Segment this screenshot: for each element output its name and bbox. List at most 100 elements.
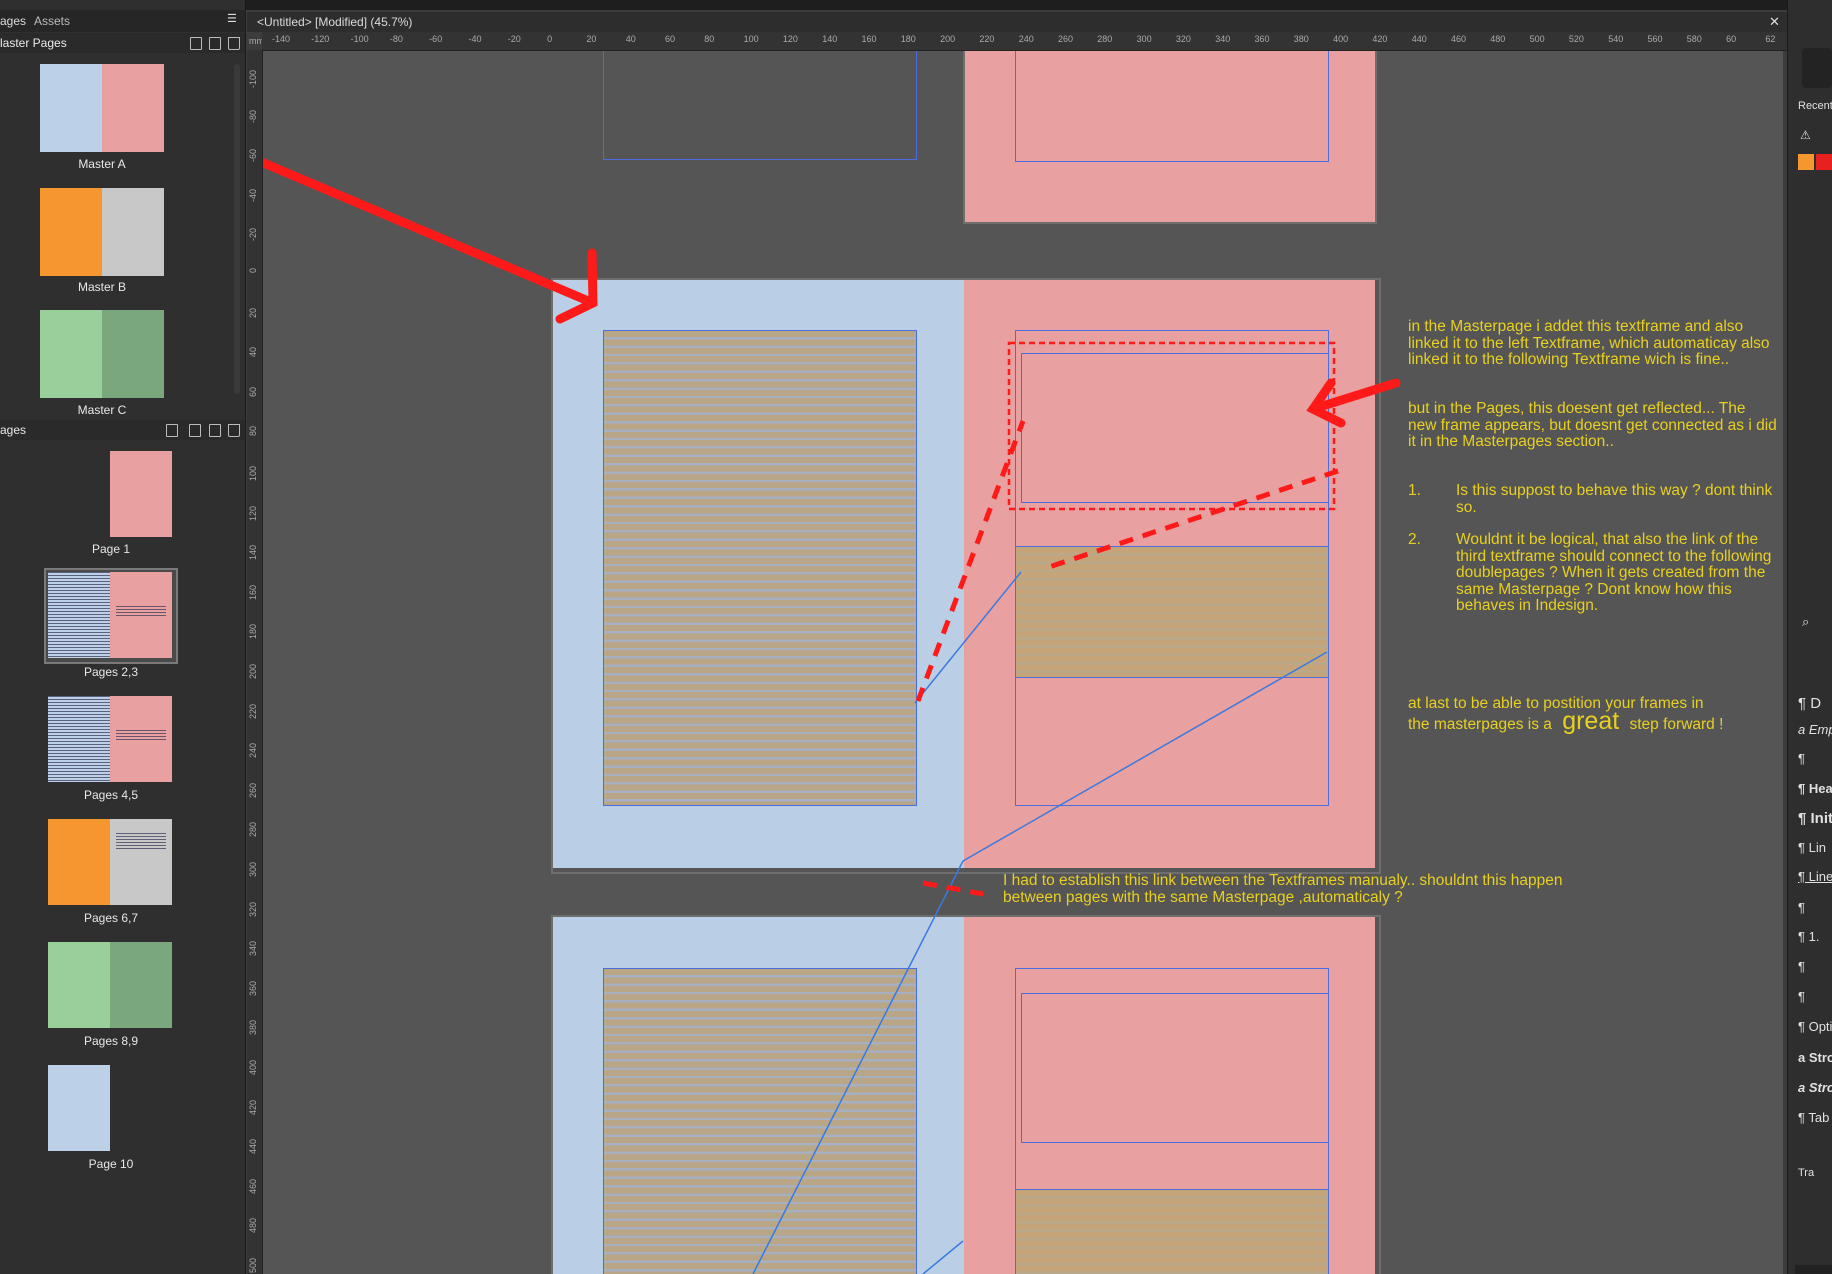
duplicate-master-icon[interactable] — [209, 37, 221, 50]
note-masterpage-frame: in the Masterpage i addet this textframe… — [1408, 318, 1770, 368]
pages-8-9-thumbnail[interactable] — [48, 942, 172, 1028]
ruler-h-label: 420 — [1372, 34, 1388, 44]
recent-label: Recent — [1798, 100, 1832, 112]
ruler-h-label: 240 — [1018, 34, 1034, 44]
ruler-h-label: 280 — [1097, 34, 1113, 44]
ruler-h-label: 0 — [547, 34, 553, 44]
pages-4-5-thumbnail[interactable] — [48, 696, 172, 782]
red-arrows — [263, 157, 1401, 428]
style-item-1[interactable]: ¶ D — [1798, 695, 1821, 712]
ruler-h-label: 380 — [1293, 34, 1309, 44]
ruler-h-label: 580 — [1686, 34, 1702, 44]
ruler-h-label: 520 — [1568, 34, 1584, 44]
ruler-v-label: 260 — [248, 782, 258, 798]
style-item-8[interactable]: ¶ — [1798, 900, 1805, 915]
style-item-10[interactable]: ¶ — [1798, 959, 1805, 974]
master-c-label: Master C — [77, 403, 127, 417]
style-item-14[interactable]: a Stro — [1798, 1080, 1832, 1095]
delete-page-icon[interactable] — [228, 424, 240, 437]
ruler-h-label: 360 — [1254, 34, 1270, 44]
ruler-h-label: 400 — [1333, 34, 1349, 44]
duplicate-page-icon[interactable] — [209, 424, 221, 437]
ruler-v-label: 80 — [248, 426, 258, 437]
page-1-thumbnail[interactable] — [110, 451, 172, 537]
question-2-number: 2. — [1408, 531, 1421, 548]
style-item-2[interactable]: a Emp — [1798, 722, 1832, 737]
annotation-overlay — [263, 157, 1401, 1274]
pages-2-3-thumbnail[interactable] — [48, 572, 172, 658]
final-note-end: step forward ! — [1629, 715, 1724, 733]
ruler-v-label: -40 — [248, 188, 258, 202]
red-dashed — [915, 341, 1339, 897]
style-item-4[interactable]: ¶ Hea — [1798, 781, 1832, 796]
add-master-icon[interactable] — [190, 37, 202, 50]
ruler-h-label: 560 — [1647, 34, 1663, 44]
style-item-11[interactable]: ¶ — [1798, 989, 1805, 1004]
style-item-12[interactable]: ¶ Opti — [1798, 1019, 1832, 1034]
ruler-v-label: 400 — [248, 1060, 258, 1076]
style-item-13[interactable]: a Stro — [1798, 1050, 1832, 1065]
ruler-v-label: 360 — [248, 980, 258, 996]
ruler-h-label: 40 — [625, 34, 636, 44]
ruler-v-label: 160 — [248, 584, 258, 600]
warning-icon[interactable]: ⚠ — [1800, 128, 1811, 142]
ruler-v-label: 380 — [248, 1020, 258, 1036]
note-pages-not-reflected: but in the Pages, this doesent get refle… — [1408, 400, 1777, 450]
ruler-h-label: 480 — [1490, 34, 1506, 44]
pages-2-3-label: Pages 2,3 — [83, 665, 139, 679]
close-document-icon[interactable]: ✕ — [1769, 14, 1780, 30]
document-tab[interactable]: <Untitled> [Modified] (45.7%) ✕ — [247, 12, 1787, 32]
style-item-5[interactable]: ¶ Init — [1798, 810, 1832, 827]
ruler-h-label: -100 — [350, 34, 369, 44]
document-canvas[interactable] — [263, 51, 1783, 1274]
pages-6-7-thumbnail[interactable] — [48, 819, 172, 905]
panel-tab-bar: ages Assets ☰ — [0, 10, 245, 32]
master-a-thumbnail[interactable] — [40, 64, 164, 152]
vertical-ruler[interactable]: -100 -80 -60 -40 -20 0 20 40 60 80 100 120 140 160 180… — [247, 50, 263, 1274]
master-b-label: Master B — [77, 280, 126, 294]
ruler-v-label: 40 — [248, 347, 258, 358]
text-link-lines — [752, 571, 1328, 1274]
ruler-h-label: -140 — [272, 34, 291, 44]
ruler-h-label: 100 — [743, 34, 759, 44]
style-item-3[interactable]: ¶ — [1798, 751, 1805, 766]
add-page-icon[interactable] — [189, 424, 201, 437]
search-icon[interactable]: ⌕ — [1802, 614, 1809, 630]
master-pages-title: laster Pages — [0, 36, 67, 50]
ruler-h-label: 180 — [900, 34, 916, 44]
tab-pages[interactable]: ages — [0, 14, 26, 28]
ruler-v-label: 240 — [248, 743, 258, 759]
page-10-label: Page 10 — [88, 1157, 134, 1171]
style-item-16[interactable]: Tra — [1798, 1167, 1814, 1179]
style-item-9[interactable]: ¶ 1. — [1798, 929, 1819, 944]
pages-panel: ages Assets ☰ laster Pages Master A Mast… — [0, 0, 246, 1274]
ruler-v-label: 340 — [248, 941, 258, 957]
panel-menu-icon[interactable]: ☰ — [227, 12, 237, 25]
ruler-h-label: 140 — [822, 34, 838, 44]
panel-edge — [1795, 1265, 1832, 1274]
app-top-strip — [0, 0, 1832, 10]
ruler-h-label: 60 — [665, 34, 676, 44]
master-c-thumbnail[interactable] — [40, 310, 164, 398]
style-item-7[interactable]: ¶ Line — [1798, 869, 1832, 884]
ruler-h-label: 300 — [1136, 34, 1152, 44]
delete-master-icon[interactable] — [228, 37, 240, 50]
style-item-6[interactable]: ¶ Lin — [1798, 840, 1826, 855]
ruler-h-label: 62 — [1765, 34, 1776, 44]
document-title: <Untitled> [Modified] (45.7%) — [257, 15, 413, 29]
ruler-v-label: -60 — [248, 149, 258, 163]
horizontal-ruler[interactable]: -140 -120 -100 -80 -60 -40 -20 0 20 40 60 80 100 120 1… — [262, 32, 1787, 51]
ruler-v-label: 300 — [248, 862, 258, 878]
page-10-thumbnail[interactable] — [48, 1065, 110, 1151]
style-item-15[interactable]: ¶ Tab — [1798, 1110, 1829, 1125]
master-b-thumbnail[interactable] — [40, 188, 164, 276]
ruler-h-label: 160 — [861, 34, 877, 44]
masters-scrollbar[interactable] — [234, 64, 240, 394]
color-wheel-icon[interactable] — [1802, 48, 1832, 88]
ruler-v-label: 140 — [248, 545, 258, 561]
master-a-label: Master A — [78, 157, 126, 171]
insert-pages-icon[interactable] — [166, 424, 178, 437]
swatch-red[interactable] — [1816, 154, 1832, 170]
swatch-orange[interactable] — [1798, 154, 1814, 170]
tab-assets[interactable]: Assets — [34, 14, 70, 28]
